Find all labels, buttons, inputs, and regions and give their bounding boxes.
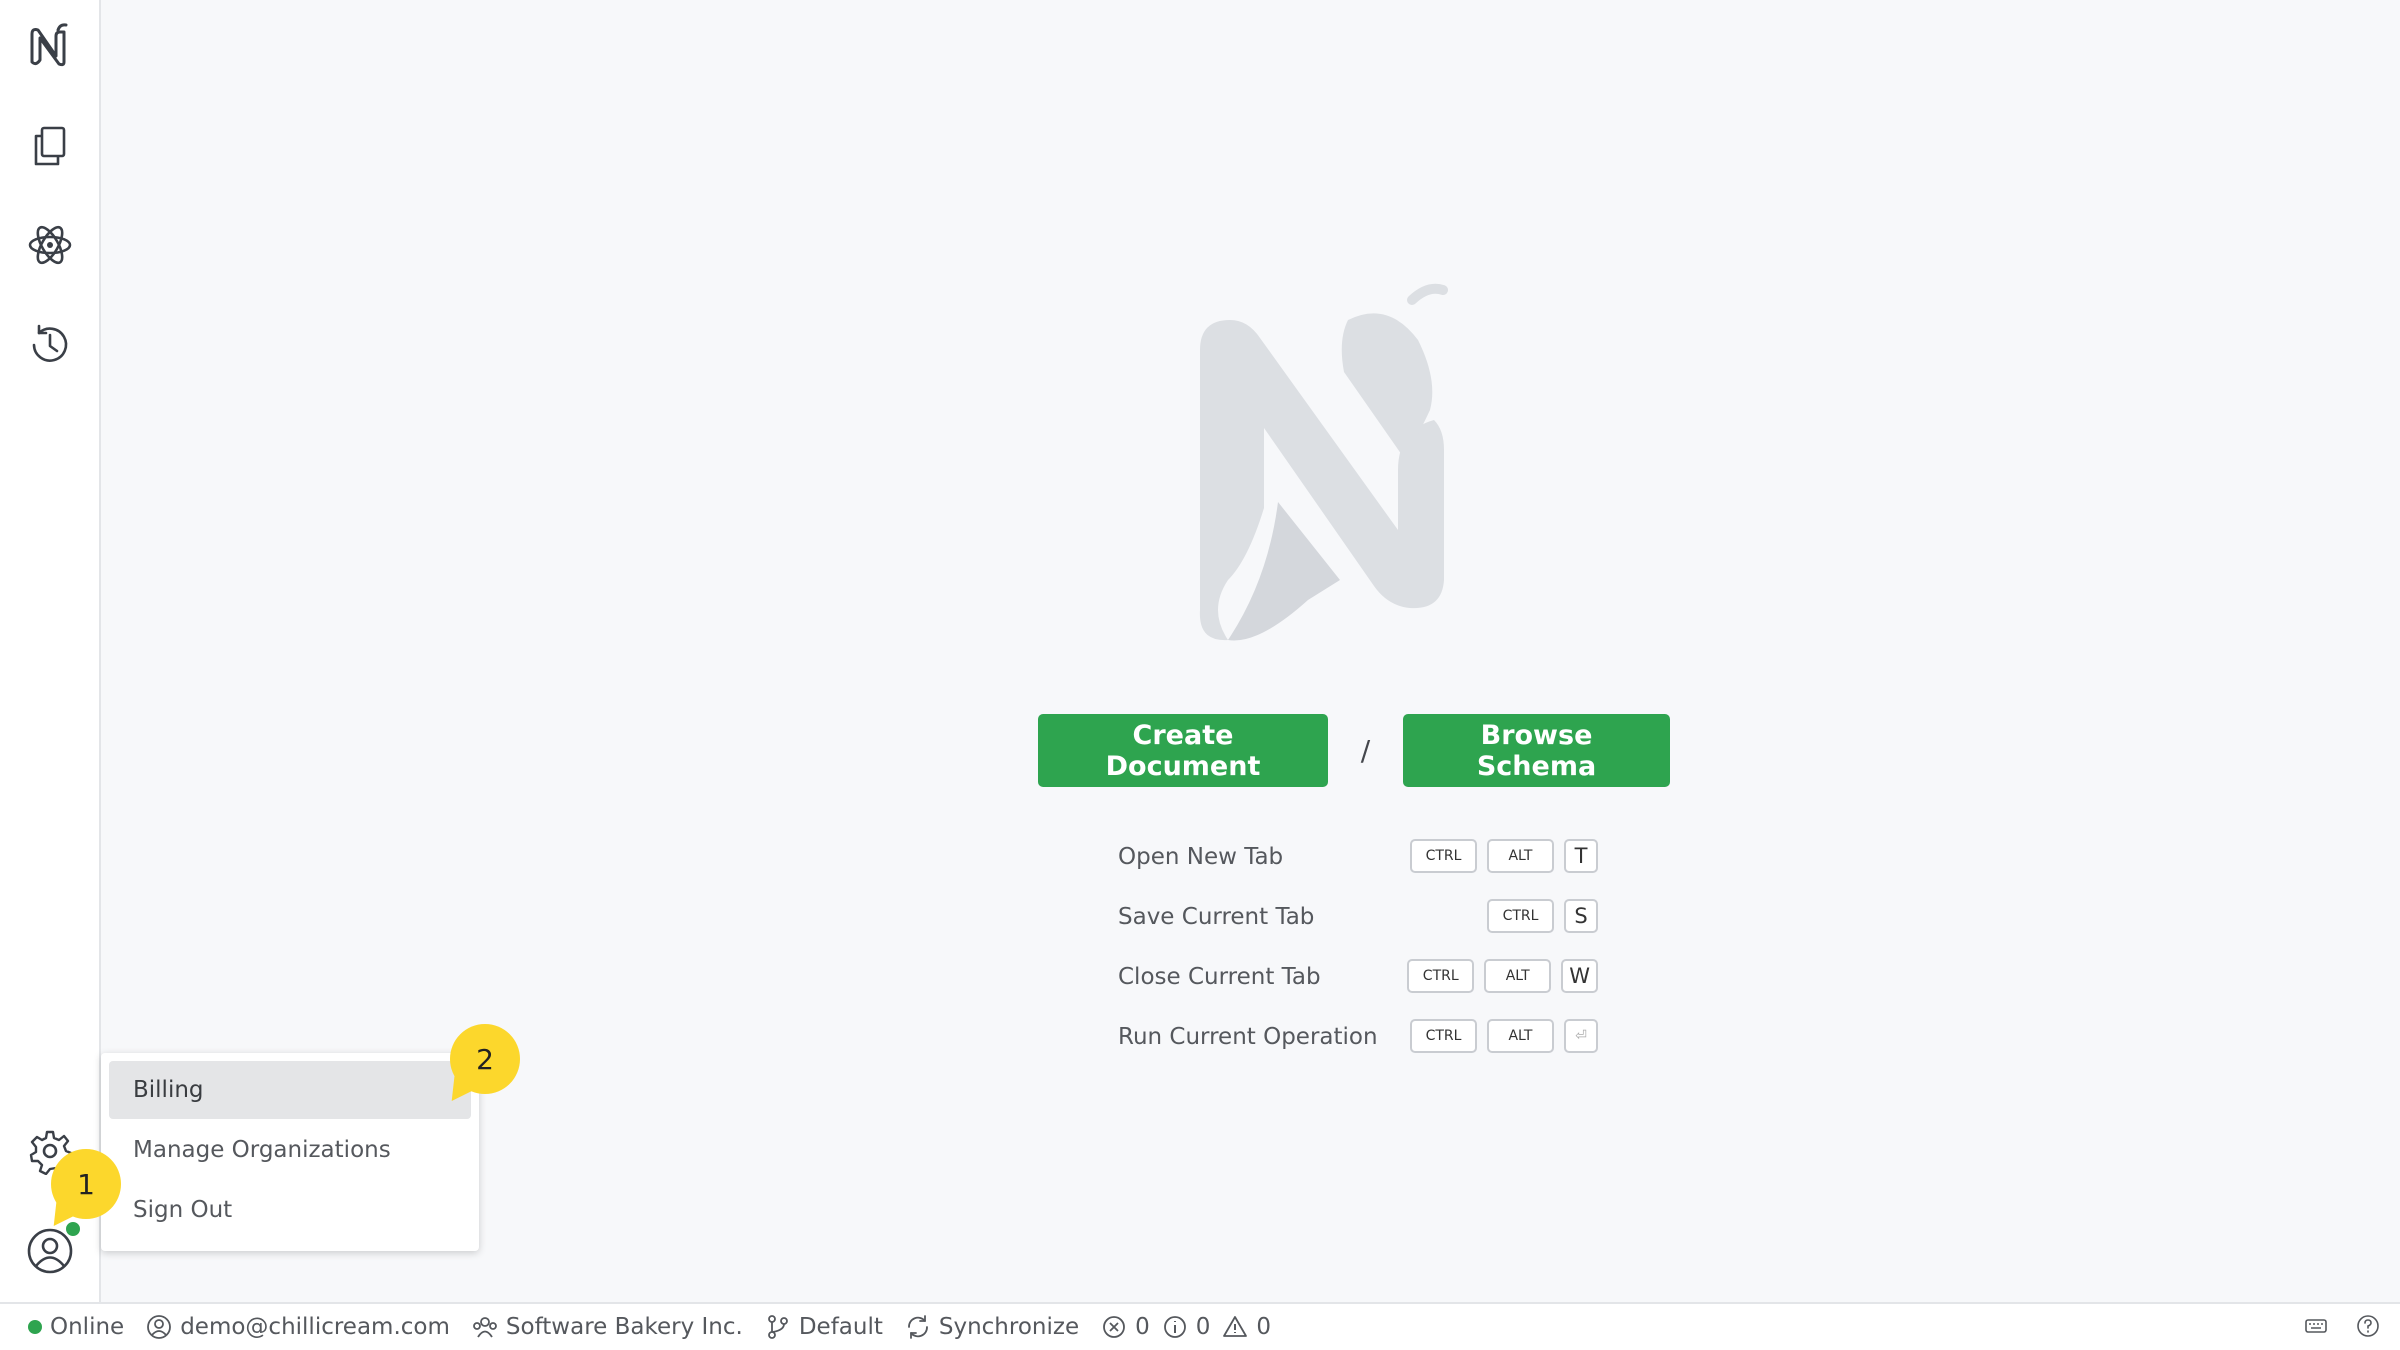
- status-bar: Online demo@chillicream.com Software Bak…: [0, 1302, 2400, 1350]
- branch-icon: [767, 1315, 788, 1339]
- key-cap: S: [1564, 899, 1598, 933]
- atom-icon: [28, 225, 72, 265]
- info-count-value: 0: [1195, 1314, 1211, 1340]
- key-cap: ALT: [1484, 959, 1552, 993]
- create-document-button[interactable]: Create Document: [1038, 714, 1328, 787]
- user-icon: [147, 1315, 172, 1339]
- environment-status[interactable]: Default: [765, 1314, 883, 1340]
- key-cap: W: [1561, 959, 1598, 993]
- error-count-value: 0: [1135, 1314, 1150, 1340]
- shortcut-label: Open New Tab: [1118, 844, 1284, 870]
- error-count[interactable]: 0: [1101, 1314, 1150, 1340]
- account-status[interactable]: demo@chillicream.com: [146, 1314, 450, 1340]
- app-window: Create Document / Browse Schema Open New…: [0, 0, 2400, 1350]
- shortcut-keys: CTRL S: [1487, 899, 1598, 933]
- account-email: demo@chillicream.com: [180, 1314, 450, 1340]
- help-icon[interactable]: [2356, 1314, 2380, 1338]
- shortcut-row: Close Current Tab CTRL ALT W: [1118, 956, 1598, 1016]
- sidebar: [0, 0, 101, 1302]
- shortcut-row: Run Current Operation CTRL ALT ⏎: [1118, 1016, 1598, 1076]
- key-cap: ALT: [1487, 839, 1554, 873]
- app-logo[interactable]: [20, 16, 80, 76]
- organization-icon: [473, 1317, 497, 1338]
- schema-button[interactable]: [20, 215, 80, 275]
- connection-status[interactable]: Online: [28, 1314, 124, 1340]
- documents-button[interactable]: [20, 116, 80, 176]
- shortcut-keys: CTRL ALT ⏎: [1410, 1019, 1598, 1053]
- info-icon: [1163, 1316, 1186, 1338]
- key-cap: T: [1564, 839, 1598, 873]
- error-icon: [1103, 1316, 1126, 1338]
- documents-icon: [34, 126, 66, 166]
- shortcut-label: Save Current Tab: [1118, 904, 1315, 930]
- online-dot-icon: [28, 1320, 42, 1334]
- synchronize-button[interactable]: Synchronize: [905, 1314, 1079, 1340]
- environment-name: Default: [798, 1314, 883, 1340]
- warning-icon: [1223, 1316, 1248, 1337]
- warning-count-value: 0: [1256, 1314, 1272, 1340]
- connection-status-label: Online: [50, 1314, 125, 1340]
- history-button[interactable]: [20, 315, 80, 375]
- warning-count[interactable]: 0: [1222, 1314, 1271, 1340]
- key-cap: CTRL: [1487, 899, 1554, 933]
- menu-item-sign-out[interactable]: Sign Out: [109, 1181, 471, 1239]
- primary-actions: Create Document / Browse Schema: [1038, 714, 1670, 787]
- key-cap: CTRL: [1410, 1019, 1477, 1053]
- shortcut-label: Close Current Tab: [1118, 964, 1321, 990]
- key-cap: CTRL: [1407, 959, 1475, 993]
- shortcut-row: Save Current Tab CTRL S: [1118, 896, 1598, 956]
- shortcut-row: Open New Tab CTRL ALT T: [1118, 836, 1598, 896]
- keyboard-shortcuts: Open New Tab CTRL ALT T Save Current Tab…: [1118, 836, 1598, 1076]
- sync-icon: [907, 1315, 928, 1339]
- action-separator: /: [1360, 734, 1371, 767]
- keyboard-icon[interactable]: [2304, 1314, 2328, 1338]
- browse-schema-button[interactable]: Browse Schema: [1403, 714, 1670, 787]
- menu-item-billing[interactable]: Billing: [109, 1061, 471, 1119]
- organization-name: Software Bakery Inc.: [505, 1314, 743, 1340]
- enter-key-icon: ⏎: [1564, 1019, 1598, 1053]
- chillicream-logo-icon: [30, 23, 68, 67]
- chillicream-watermark-icon: [1199, 283, 1448, 641]
- menu-item-manage-organizations[interactable]: Manage Organizations: [109, 1121, 471, 1179]
- shortcut-keys: CTRL ALT W: [1407, 959, 1598, 993]
- account-menu: Billing Manage Organizations Sign Out: [101, 1053, 479, 1251]
- organization-status[interactable]: Software Bakery Inc.: [472, 1314, 743, 1340]
- shortcut-label: Run Current Operation: [1118, 1024, 1378, 1050]
- shortcut-keys: CTRL ALT T: [1410, 839, 1598, 873]
- history-icon: [32, 324, 68, 362]
- info-count[interactable]: 0: [1162, 1314, 1211, 1340]
- key-cap: CTRL: [1410, 839, 1477, 873]
- synchronize-label: Synchronize: [938, 1314, 1080, 1340]
- key-cap: ALT: [1487, 1019, 1554, 1053]
- status-bar-right: [2304, 1314, 2380, 1338]
